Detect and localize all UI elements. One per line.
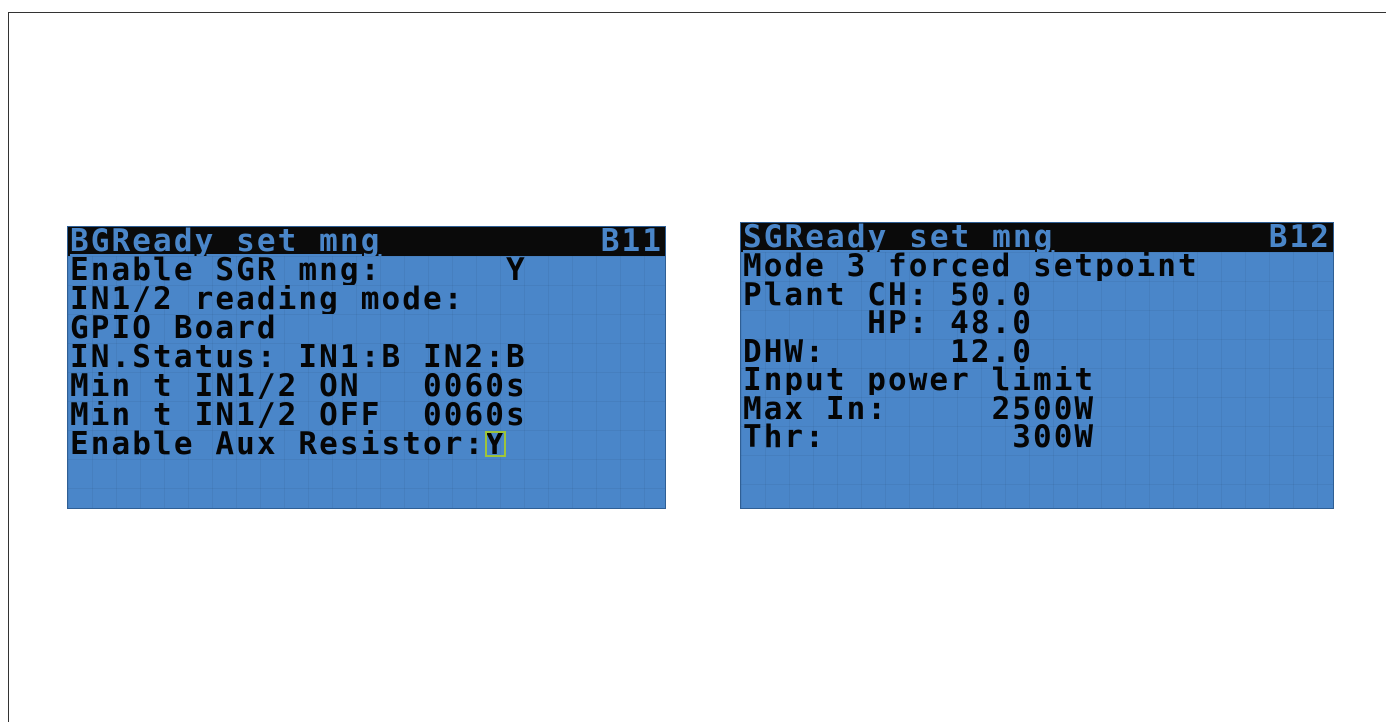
lcd-line-reading-mode-value: GPIO Board	[70, 314, 278, 343]
lcd-page-id: B11	[600, 227, 663, 256]
lcd-line-min-on: Min t IN1/2 ON 0060s	[70, 372, 527, 401]
lcd-line-enable-sgr: Enable SGR mng: Y	[70, 256, 527, 285]
lcd-screen-b12: SGReady set mng B12 Mode 3 forced setpoi…	[740, 222, 1334, 509]
lcd-title: BGReady set mng	[70, 227, 382, 256]
lcd-title: SGReady set mng	[743, 223, 1055, 252]
lcd-line-max-in: Max In: 2500W	[743, 394, 1096, 424]
lcd-title-bar: BGReady set mng B11	[68, 227, 665, 256]
lcd-line-plant-ch: Plant CH: 50.0	[743, 280, 1033, 310]
lcd-page-id: B12	[1268, 223, 1331, 252]
lcd-line-enable-aux-resistor: Enable Aux Resistor:Y	[68, 430, 665, 459]
lcd-line-dhw: DHW: 12.0	[743, 337, 1033, 367]
aux-resistor-label: Enable Aux Resistor:	[70, 430, 486, 459]
lcd-line-mode3-heading: Mode 3 forced setpoint	[743, 252, 1199, 281]
lcd-line-thr: Thr: 300W	[743, 423, 1096, 452]
lcd-line-min-off: Min t IN1/2 OFF 0060s	[70, 401, 527, 430]
lcd-title-bar: SGReady set mng B12	[741, 223, 1333, 252]
lcd-line-hp: HP: 48.0	[743, 309, 1033, 338]
lcd-line-power-limit-heading: Input power limit	[743, 366, 1096, 395]
lcd-line-in-status: IN.Status: IN1:B IN2:B	[70, 343, 527, 372]
lcd-screen-b11: BGReady set mng B11 Enable SGR mng: Y IN…	[67, 226, 666, 509]
lcd-line-reading-mode-label: IN1/2 reading mode:	[70, 285, 465, 314]
aux-resistor-value-field[interactable]: Y	[485, 430, 507, 459]
